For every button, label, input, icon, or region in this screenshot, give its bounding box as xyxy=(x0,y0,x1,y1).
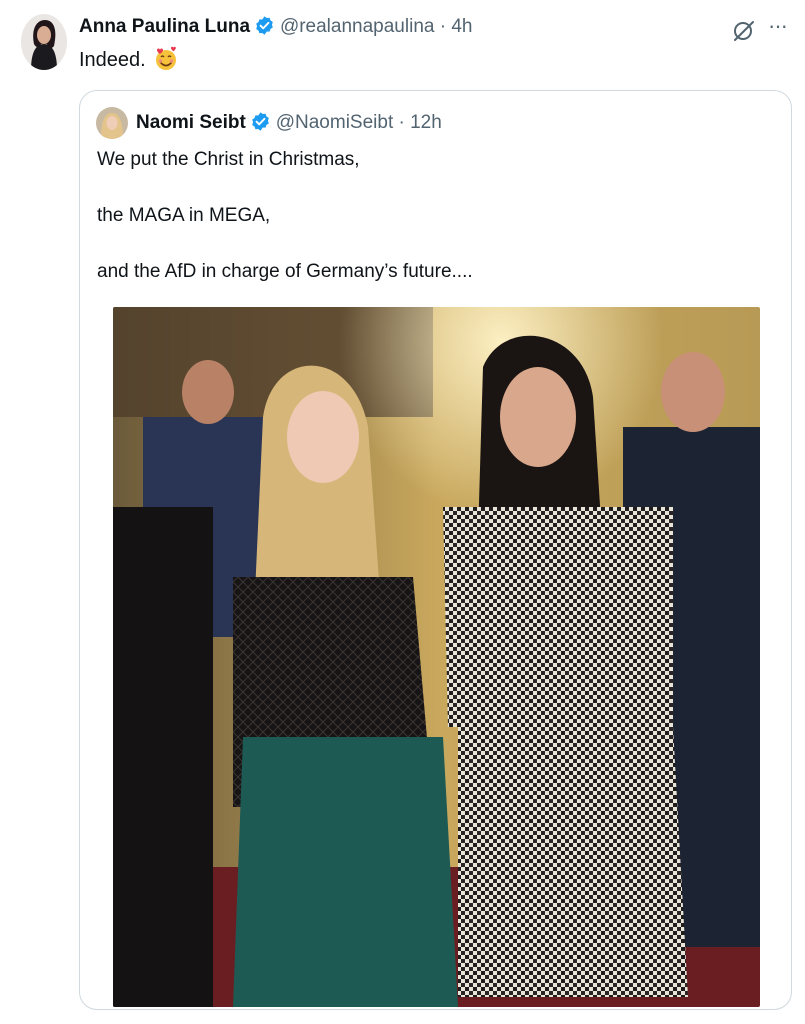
quoted-author-handle-time[interactable]: @NaomiSeibt · 12h xyxy=(276,112,442,133)
quoted-author-name[interactable]: Naomi Seibt xyxy=(136,112,246,133)
quoted-tweet-header: Naomi Seibt @NaomiSeibt · 12h xyxy=(136,111,442,134)
grok-icon[interactable] xyxy=(731,18,757,44)
quoted-text-line: We put the Christ in Christmas, xyxy=(97,149,360,170)
author-name[interactable]: Anna Paulina Luna xyxy=(79,16,250,37)
quoted-text-line: the MAGA in MEGA, xyxy=(97,205,271,226)
more-options-icon[interactable]: ··· xyxy=(768,15,794,40)
author-handle-time[interactable]: @realannapaulina · 4h xyxy=(280,16,473,37)
quoted-tweet-photo[interactable] xyxy=(113,307,760,1007)
tweet-header: Anna Paulina Luna @realannapaulina · 4h xyxy=(79,15,472,38)
verified-badge-icon xyxy=(250,111,271,132)
quoted-text-line: and the AfD in charge of Germany’s futur… xyxy=(97,261,473,282)
tweet-text-content: Indeed. xyxy=(79,49,146,71)
tweet-text: Indeed. xyxy=(79,46,179,72)
quoted-tweet-card[interactable]: Naomi Seibt @NaomiSeibt · 12h We put the… xyxy=(79,90,792,1010)
smiling-face-with-hearts-icon xyxy=(153,46,179,72)
quoted-author-avatar[interactable] xyxy=(96,107,128,139)
verified-badge-icon xyxy=(254,15,275,36)
author-avatar[interactable] xyxy=(21,14,67,70)
